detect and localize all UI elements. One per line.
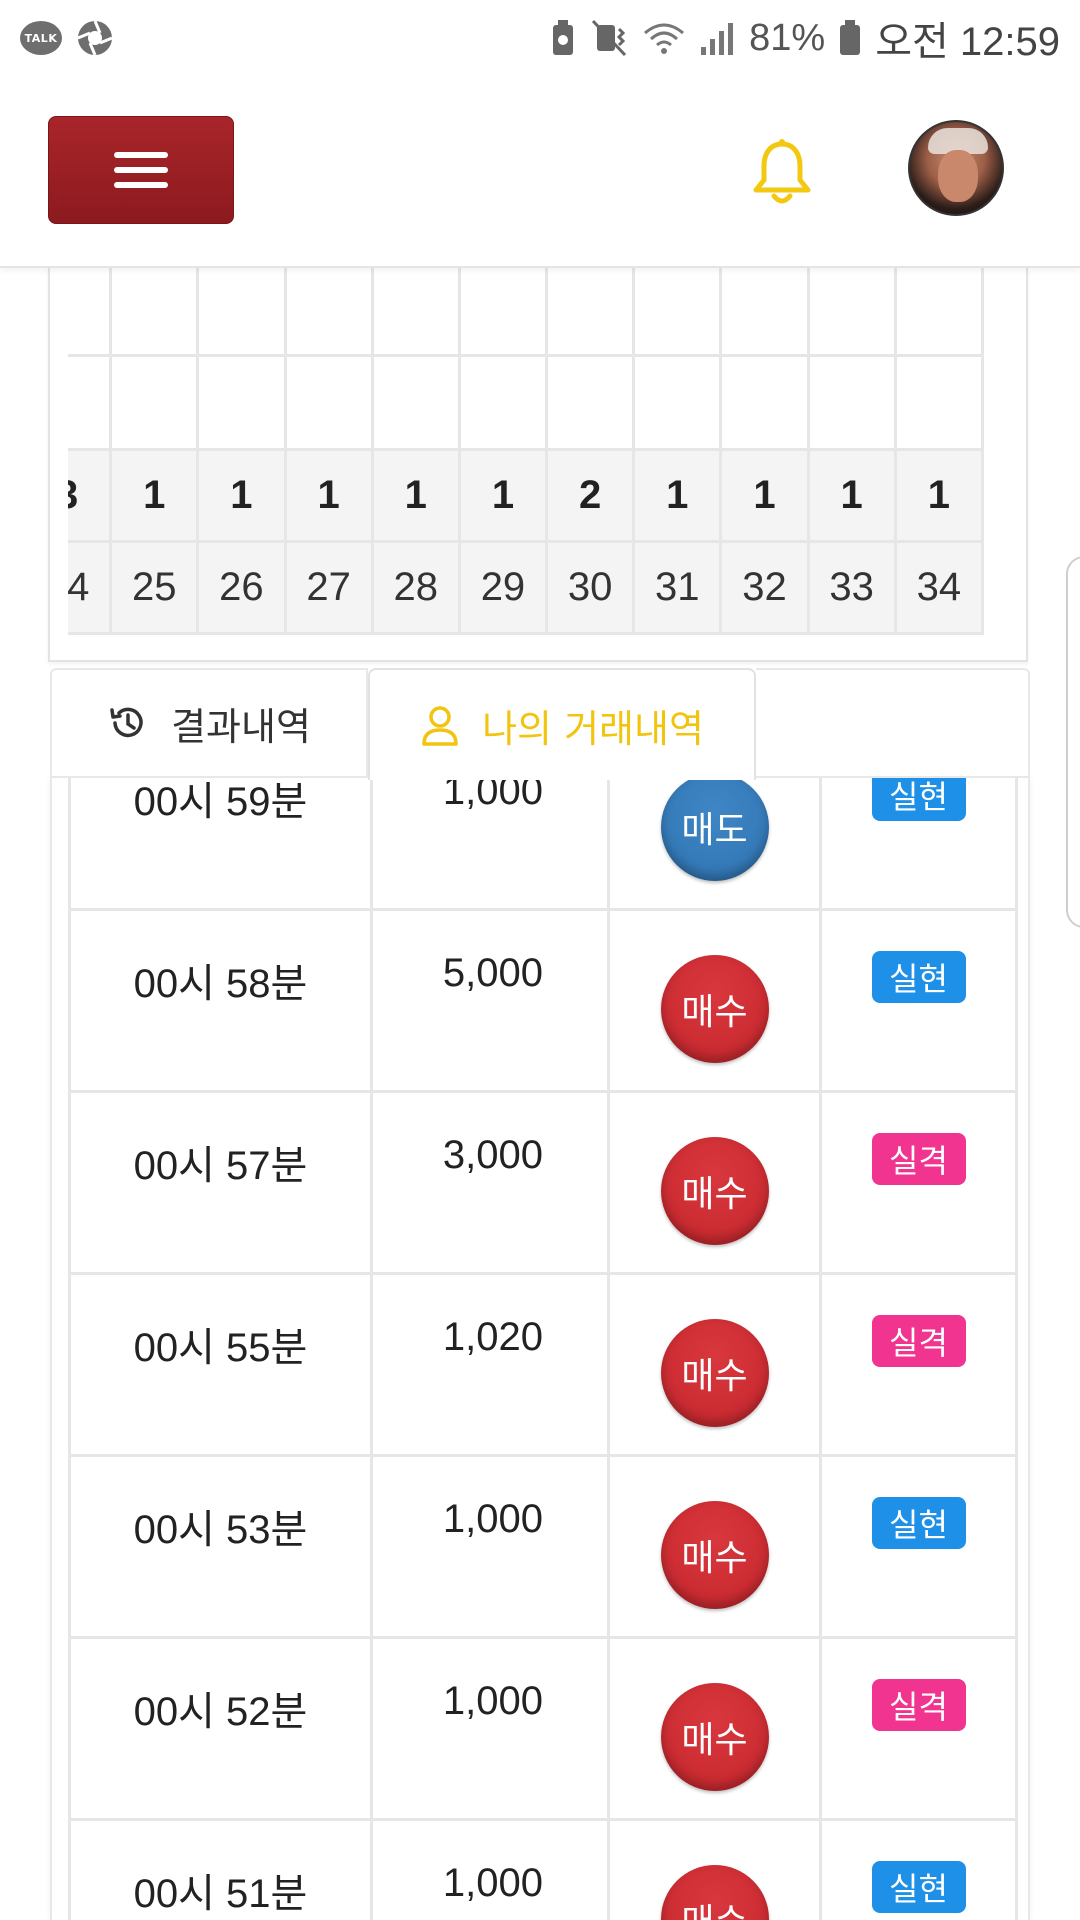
battery-percent: 81%	[749, 16, 826, 59]
trade-amount: 1,020	[370, 1272, 610, 1457]
grid-count: 1	[893, 448, 985, 543]
grid-number: 30	[545, 540, 636, 635]
trade-side-cell: 매수	[607, 908, 822, 1093]
grid-number: 34	[893, 540, 985, 635]
trade-side-cell: 매수	[607, 1818, 822, 1920]
trade-result-cell: 실격	[819, 1636, 1018, 1821]
buy-button[interactable]: 매수	[660, 1137, 769, 1245]
trade-time: 00시 52분	[68, 1636, 373, 1821]
trade-amount: 3,000	[370, 1090, 610, 1275]
menu-button[interactable]	[48, 116, 234, 224]
trade-time: 00시 53분	[68, 1454, 373, 1639]
grid-count: 1	[283, 448, 374, 543]
grid-number: 28	[370, 540, 461, 635]
aperture-icon	[76, 19, 114, 57]
tab-history-label: 결과내역	[171, 704, 311, 749]
trade-result-cell: 실현	[819, 778, 1018, 911]
kakaotalk-icon: TALK	[20, 21, 62, 55]
trade-result-cell: 실현	[819, 908, 1018, 1093]
wifi-icon	[644, 23, 685, 54]
trade-history-panel: 00시 59분 1,000 매도 실현 00시 58분 5,000 매수 실현 00시 57분 3…	[50, 778, 1030, 1920]
tab-my-trades-label: 나의 거래내역	[482, 706, 704, 751]
grid-number: 32	[719, 540, 810, 635]
trade-side-cell: 매수	[607, 1090, 822, 1275]
tab-bar: 결과내역 나의 거래내역	[50, 668, 1030, 780]
number-grid: 3 1 1 1 1 1 2 1 1 1 1 24 25 26 27 28 29 …	[68, 268, 985, 635]
tab-placeholder	[756, 668, 1030, 778]
grid-count: 1	[196, 448, 287, 543]
grid-number: 31	[632, 540, 723, 635]
grid-number: 29	[457, 540, 549, 635]
clock: 오전 12:59	[875, 20, 1060, 64]
battery-saver-icon	[553, 20, 574, 55]
grid-count: 1	[806, 448, 897, 543]
grid-count: 2	[545, 448, 636, 543]
table-row: 00시 59분 1,000 매도 실현	[68, 778, 1018, 911]
history-icon	[110, 707, 143, 738]
grid-number: 33	[806, 540, 897, 635]
vibrate-icon	[592, 19, 627, 57]
table-row: 00시 53분 1,000 매수 실현	[68, 1454, 1018, 1639]
trade-amount: 5,000	[370, 908, 610, 1093]
tab-history[interactable]: 결과내역	[50, 668, 368, 778]
signal-icon	[701, 23, 734, 55]
bell-icon[interactable]	[750, 138, 814, 208]
grid-count: 1	[719, 448, 810, 543]
trade-time: 00시 58분	[68, 908, 373, 1093]
grid-number: 24	[68, 540, 113, 635]
table-row: 00시 51분1,000 매수 실현	[68, 1818, 1018, 1920]
result-badge: 실현	[871, 778, 966, 821]
top-navigation	[0, 76, 1080, 268]
result-badge: 실현	[871, 951, 966, 1003]
trade-amount: 1,000	[370, 1818, 610, 1920]
tab-my-trades[interactable]: 나의 거래내역	[368, 668, 756, 780]
number-grid-card: 3 1 1 1 1 1 2 1 1 1 1 24 25 26 27 28 29 …	[48, 268, 1028, 662]
buy-button[interactable]: 매수	[660, 955, 769, 1063]
edge-pull-tab[interactable]	[1066, 556, 1080, 928]
grid-count: 1	[632, 448, 723, 543]
hamburger-icon	[114, 152, 168, 158]
trade-result-cell: 실현	[819, 1454, 1018, 1639]
trade-side-cell: 매도	[607, 778, 822, 911]
grid-number: 25	[109, 540, 200, 635]
grid-number: 27	[283, 540, 374, 635]
grid-count: 1	[370, 448, 461, 543]
result-badge: 실현	[871, 1497, 966, 1549]
status-bar: TALK 81% 오전 12:59	[0, 0, 1080, 76]
grid-count: 3	[68, 448, 113, 543]
trade-time: 00시 51분	[68, 1818, 373, 1920]
trade-time: 00시 55분	[68, 1272, 373, 1457]
trade-side-cell: 매수	[607, 1636, 822, 1821]
trade-result-cell: 실격	[819, 1272, 1018, 1457]
sell-button[interactable]: 매도	[660, 778, 769, 881]
trade-table: 00시 59분 1,000 매도 실현 00시 58분 5,000 매수 실현 00시 57분 3…	[68, 778, 1018, 1920]
trade-amount: 1,000	[370, 1454, 610, 1639]
trade-amount: 1,000	[370, 1636, 610, 1821]
result-badge: 실격	[871, 1679, 966, 1731]
battery-icon	[840, 20, 861, 55]
user-icon	[422, 706, 458, 746]
trade-result-cell: 실격	[819, 1090, 1018, 1275]
trade-result-cell: 실현	[819, 1818, 1018, 1920]
buy-button[interactable]: 매수	[660, 1865, 769, 1920]
grid-count: 1	[109, 448, 200, 543]
avatar[interactable]	[908, 120, 1004, 216]
trade-amount: 1,000	[370, 778, 610, 911]
trade-side-cell: 매수	[607, 1454, 822, 1639]
buy-button[interactable]: 매수	[660, 1683, 769, 1791]
result-badge: 실격	[871, 1315, 966, 1367]
result-badge: 실현	[871, 1861, 966, 1913]
table-row: 00시 52분 1,000 매수 실격	[68, 1636, 1018, 1821]
result-badge: 실격	[871, 1133, 966, 1185]
trade-time: 00시 59분	[68, 778, 373, 911]
grid-count: 1	[457, 448, 549, 543]
buy-button[interactable]: 매수	[660, 1501, 769, 1609]
trade-side-cell: 매수	[607, 1272, 822, 1457]
table-row: 00시 58분 5,000 매수 실현	[68, 908, 1018, 1093]
table-row: 00시 55분 1,020 매수 실격	[68, 1272, 1018, 1457]
buy-button[interactable]: 매수	[660, 1319, 769, 1427]
table-row: 00시 57분 3,000 매수 실격	[68, 1090, 1018, 1275]
trade-time: 00시 57분	[68, 1090, 373, 1275]
grid-number: 26	[196, 540, 287, 635]
